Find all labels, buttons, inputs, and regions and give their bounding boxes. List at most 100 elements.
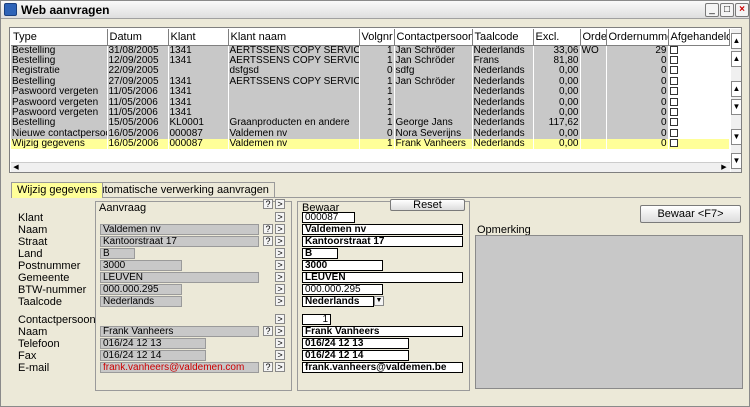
bewaar-email[interactable]: frank.vanheers@valdemen.be — [302, 362, 463, 373]
bewaar-telefoon[interactable]: 016/24 12 13 — [302, 338, 409, 349]
minimize-button[interactable]: _ — [705, 3, 719, 17]
afgehandeld-checkbox[interactable] — [669, 56, 678, 65]
label-land: Land — [18, 248, 43, 260]
table-row[interactable]: Wijzig gegevens 16/05/2006 000087 Valdemen … — [11, 138, 730, 149]
help-straat-icon[interactable]: ? — [263, 236, 273, 246]
scroll-right-icon[interactable]: ▶ — [719, 163, 729, 172]
opmerking-field[interactable] — [475, 235, 743, 389]
table-row[interactable]: Paswoord vergeten 11/05/2006 1341 1 Nederlan… — [11, 96, 730, 108]
help-cp-naam-icon[interactable]: ? — [263, 326, 273, 336]
copy-cp-naam-icon[interactable]: > — [275, 326, 285, 336]
copy-postnummer-icon[interactable]: > — [275, 260, 285, 270]
copy-email-icon[interactable]: > — [275, 362, 285, 372]
copy-land-icon[interactable]: > — [275, 248, 285, 258]
bewaar-klant[interactable]: 000087 — [302, 212, 355, 223]
cell-afgehandeld — [668, 96, 730, 108]
horizontal-scrollbar[interactable]: ◀ ▶ — [11, 162, 730, 172]
afgehandeld-checkbox[interactable] — [669, 118, 678, 127]
column-header[interactable]: Order — [580, 29, 607, 46]
afgehandeld-checkbox[interactable] — [669, 87, 678, 96]
column-header[interactable]: Type — [11, 29, 108, 46]
copy-icon[interactable]: > — [275, 199, 285, 209]
cell-volgnr: 1 — [359, 107, 395, 118]
bewaar-straat[interactable]: Kantoorstraat 17 — [302, 236, 463, 247]
table-row[interactable]: Paswoord vergeten 11/05/2006 1341 1 Nederlan… — [11, 107, 730, 118]
table-row[interactable]: Bestelling 27/09/2005 1341 AERTSSENS COPY S… — [11, 76, 730, 87]
column-header[interactable]: Klant — [168, 29, 229, 46]
copy-gemeente-icon[interactable]: > — [275, 272, 285, 282]
cell-afgehandeld — [668, 128, 730, 139]
dropdown-arrow-icon[interactable]: ▼ — [374, 296, 384, 306]
close-button[interactable]: × — [735, 3, 749, 17]
cell-type: Bestelling — [11, 45, 108, 56]
bewaar-taalcode[interactable]: Nederlands — [302, 296, 374, 307]
afgehandeld-checkbox[interactable] — [669, 128, 678, 137]
copy-contactpersoon-icon[interactable]: > — [275, 314, 285, 324]
cell-ordernr: 0 — [606, 55, 669, 66]
copy-naam-icon[interactable]: > — [275, 224, 285, 234]
table-row[interactable]: Bestelling 12/09/2005 1341 AERTSSENS COPY S… — [11, 55, 730, 66]
copy-taalcode-icon[interactable]: > — [275, 296, 285, 306]
bewaar-btw[interactable]: 000.000.295 — [302, 284, 383, 295]
bewaar-f7-button[interactable]: Bewaar <F7> — [640, 205, 741, 223]
afgehandeld-checkbox[interactable] — [669, 76, 678, 85]
table-row[interactable]: Paswoord vergeten 11/05/2006 1341 1 Nederlan… — [11, 86, 730, 97]
scroll-page-up-icon[interactable]: ▲ — [731, 51, 741, 67]
requests-grid[interactable]: Type Datum Klant Klant naam Volgnr Contactper… — [9, 27, 742, 173]
cell-contact: Jan Schröder — [394, 45, 473, 56]
afgehandeld-checkbox[interactable] — [669, 45, 678, 54]
scroll-up-icon[interactable]: ▲ — [731, 81, 741, 97]
cell-order — [580, 117, 607, 129]
bewaar-gemeente[interactable]: LEUVEN — [302, 272, 463, 283]
maximize-button[interactable]: □ — [720, 3, 734, 17]
cell-type: Bestelling — [11, 76, 108, 87]
scroll-top-icon[interactable]: ▲ — [731, 33, 741, 49]
table-row[interactable]: Bestelling 15/05/2006 KL0001 Graanproducten… — [11, 117, 730, 129]
scroll-bottom-icon[interactable]: ▼ — [731, 153, 741, 169]
cell-excl: 0,00 — [533, 107, 581, 118]
bewaar-postnummer[interactable]: 3000 — [302, 260, 383, 271]
column-header[interactable]: Afgehandeld — [668, 29, 730, 46]
cell-afgehandeld — [668, 107, 730, 118]
help-icon[interactable]: ? — [263, 199, 273, 209]
column-header[interactable]: Taalcode — [472, 29, 534, 46]
table-row[interactable]: Nieuwe contactpersoon 16/05/2006 000087 Val… — [11, 128, 730, 139]
bewaar-fax[interactable]: 016/24 12 14 — [302, 350, 409, 361]
bewaar-cp-naam[interactable]: Frank Vanheers — [302, 326, 463, 337]
vertical-scrollbar[interactable]: ▲ ▲ ▲ ▼ ▼ ▼ — [731, 29, 741, 172]
bewaar-naam[interactable]: Valdemen nv — [302, 224, 463, 235]
column-header[interactable]: Datum — [107, 29, 169, 46]
help-email-icon[interactable]: ? — [263, 362, 273, 372]
column-header[interactable]: Excl. — [533, 29, 581, 46]
afgehandeld-checkbox[interactable] — [669, 139, 678, 148]
scroll-page-down-icon[interactable]: ▼ — [731, 129, 741, 145]
scroll-down-icon[interactable]: ▼ — [731, 99, 741, 115]
bewaar-cp-nr[interactable]: 1 — [302, 314, 331, 325]
cell-volgnr: 1 — [359, 55, 395, 66]
column-header[interactable]: Contactpersoon — [394, 29, 473, 46]
table-row[interactable]: Registratie 22/09/2005 dsfgsd 0 sdfg Nederlan… — [11, 65, 730, 77]
copy-straat-icon[interactable]: > — [275, 236, 285, 246]
help-naam-icon[interactable]: ? — [263, 224, 273, 234]
table-row[interactable]: Bestelling 31/08/2005 1341 AERTSSENS COPY S… — [11, 45, 730, 56]
tab-wijzig-gegevens[interactable]: Wijzig gegevens — [11, 182, 104, 198]
afgehandeld-checkbox[interactable] — [669, 97, 678, 106]
reset-button[interactable]: Reset — [390, 199, 465, 211]
bewaar-land[interactable]: B — [302, 248, 338, 259]
afgehandeld-checkbox[interactable] — [669, 108, 678, 117]
column-header[interactable]: Klant naam — [228, 29, 360, 46]
column-header[interactable]: Ordernummer — [606, 29, 669, 46]
label-fax: Fax — [18, 350, 37, 362]
label-straat: Straat — [18, 236, 48, 248]
cell-ordernr: 0 — [606, 128, 669, 139]
column-header[interactable]: Volgnr — [359, 29, 395, 46]
label-btw: BTW-nummer — [18, 284, 87, 296]
scroll-left-icon[interactable]: ◀ — [11, 163, 21, 172]
copy-telefoon-icon[interactable]: > — [275, 338, 285, 348]
copy-fax-icon[interactable]: > — [275, 350, 285, 360]
copy-btw-icon[interactable]: > — [275, 284, 285, 294]
afgehandeld-checkbox[interactable] — [669, 66, 678, 75]
tab-automatische-verwerking[interactable]: Automatische verwerking aanvragen — [85, 182, 275, 198]
copy-klant-icon[interactable]: > — [275, 212, 285, 222]
cell-type: Paswoord vergeten — [11, 107, 108, 118]
